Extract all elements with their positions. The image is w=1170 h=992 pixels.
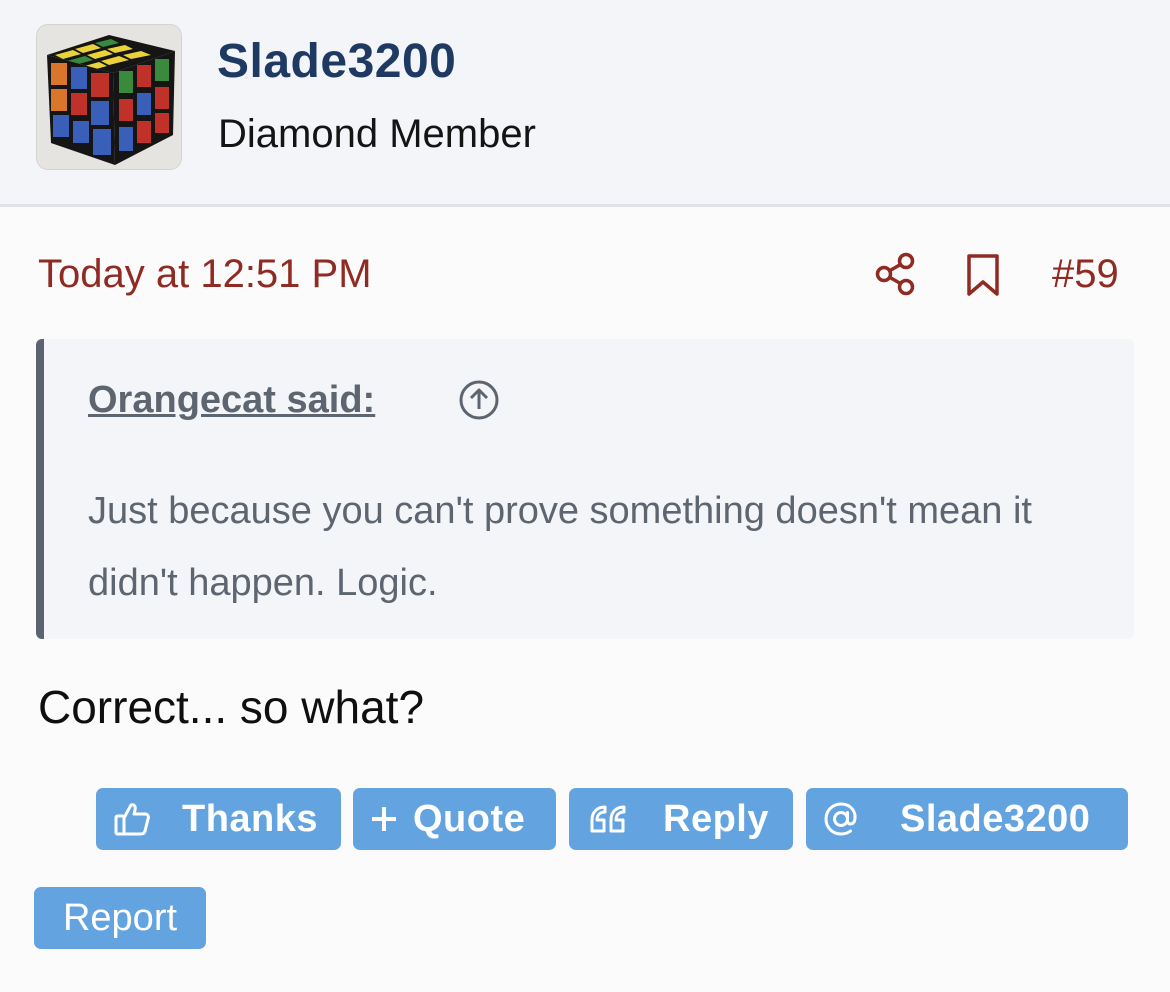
thumbs-up-icon xyxy=(112,799,152,839)
thanks-button[interactable]: Thanks xyxy=(96,788,341,850)
user-header: Slade3200 Diamond Member xyxy=(0,0,1170,207)
quote-block: Orangecat said: Just because you can't p… xyxy=(36,339,1134,639)
post-body: Correct... so what? xyxy=(38,681,425,733)
quote-label: Quote xyxy=(413,797,526,840)
quote-author-link[interactable]: Orangecat said: xyxy=(88,379,375,422)
mention-label: Slade3200 xyxy=(900,797,1091,840)
user-title: Diamond Member xyxy=(218,112,536,156)
plus-icon xyxy=(369,804,399,834)
username[interactable]: Slade3200 xyxy=(217,34,456,89)
arrow-up-circle-icon[interactable] xyxy=(456,377,502,423)
thanks-label: Thanks xyxy=(182,797,319,840)
bookmark-icon[interactable] xyxy=(963,250,1003,298)
share-icon[interactable] xyxy=(874,250,918,298)
reply-label: Reply xyxy=(663,797,769,840)
post-date-link[interactable]: Today at 12:51 PM xyxy=(38,252,372,297)
quote-marks-icon xyxy=(587,801,629,837)
report-button[interactable]: Report xyxy=(34,887,206,949)
mention-button[interactable]: Slade3200 xyxy=(806,788,1128,850)
at-sign-icon xyxy=(822,800,860,838)
rubiks-cube-image xyxy=(37,25,181,169)
quote-text: Just because you can't prove something d… xyxy=(88,490,1032,604)
quote-button[interactable]: Quote xyxy=(353,788,556,850)
post-number-link[interactable]: #59 xyxy=(1052,252,1119,297)
avatar[interactable] xyxy=(36,24,182,170)
reply-button[interactable]: Reply xyxy=(569,788,793,850)
